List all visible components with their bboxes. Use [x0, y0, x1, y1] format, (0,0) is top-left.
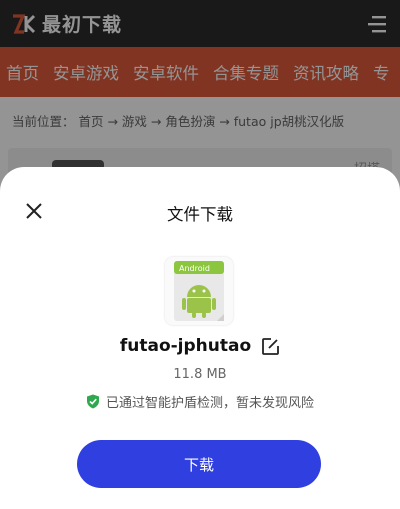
- download-button[interactable]: 下载: [77, 440, 321, 488]
- sheet-title: 文件下载: [167, 205, 233, 224]
- safety-text: 已通过智能护盾检测，暂未发现风险: [105, 396, 314, 411]
- app-icon-label: Android: [179, 264, 210, 273]
- file-name: futao-jphutao: [119, 336, 252, 356]
- file-name-row: futao-jphutao: [0, 336, 400, 356]
- download-sheet: 文件下载 Android futao-jphutao 11.8 MB 已通过智能…: [0, 167, 400, 509]
- file-size: 11.8 MB: [173, 367, 227, 382]
- safety-status: 已通过智能护盾检测，暂未发现风险: [0, 392, 400, 411]
- android-apk-icon: Android: [165, 257, 233, 325]
- shield-check-icon: [86, 394, 100, 409]
- edit-icon[interactable]: [261, 337, 280, 356]
